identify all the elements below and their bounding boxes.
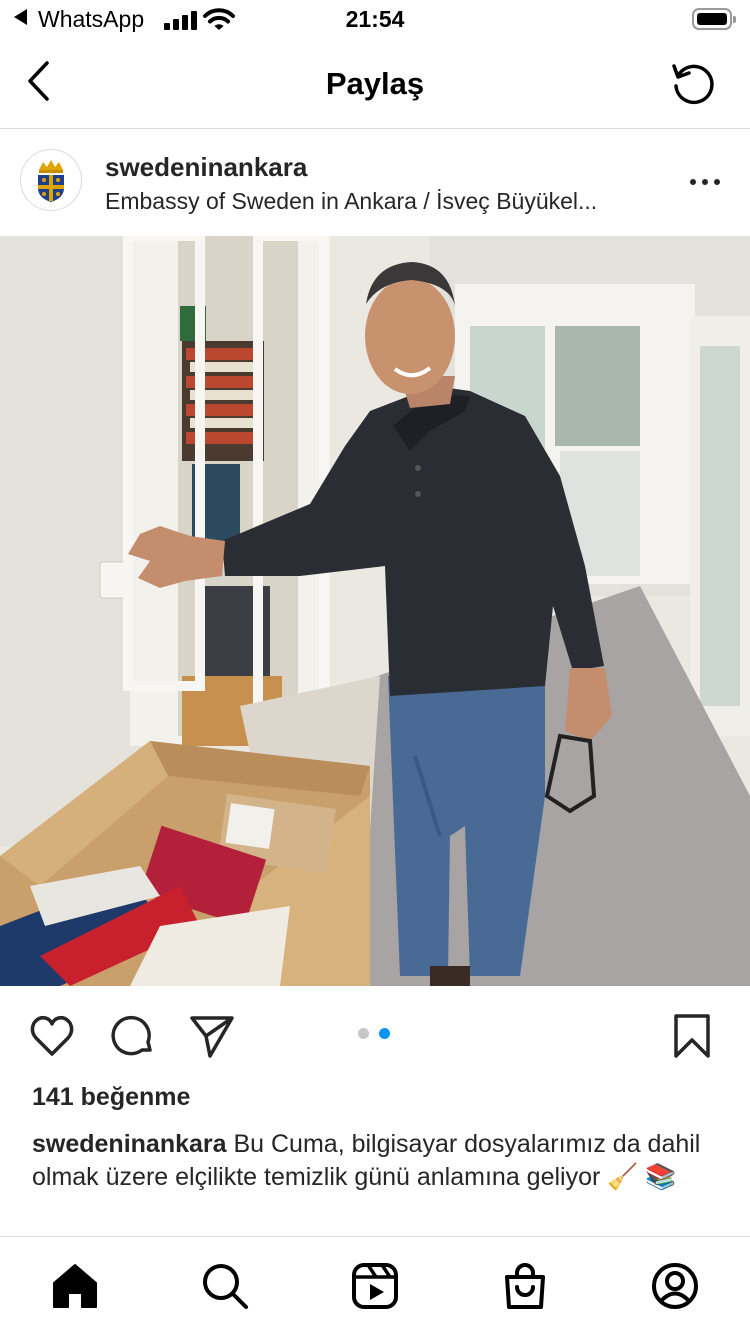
refresh-icon[interactable]: [668, 58, 720, 110]
post-caption: swedeninankara Bu Cuma, bilgisayar dosya…: [32, 1128, 722, 1194]
heart-icon[interactable]: [28, 1012, 76, 1060]
clock: 21:54: [345, 6, 405, 32]
profile-icon[interactable]: [650, 1261, 700, 1311]
post-subtitle[interactable]: Embassy of Sweden in Ankara / İsveç Büyü…: [105, 188, 597, 215]
post-header: swedeninankara Embassy of Sweden in Anka…: [0, 129, 750, 235]
carousel-dot-active: [379, 1028, 390, 1039]
more-options-icon[interactable]: [690, 179, 722, 189]
reels-icon[interactable]: [350, 1261, 400, 1311]
carousel-dot: [358, 1028, 369, 1039]
shop-icon[interactable]: [500, 1261, 550, 1311]
nav-header: Paylaş: [0, 40, 750, 129]
post-photo[interactable]: [0, 236, 750, 986]
status-bar: WhatsApp 21:54: [0, 0, 750, 40]
carousel-indicator: [358, 1028, 394, 1040]
search-icon[interactable]: [200, 1261, 250, 1311]
likes-count[interactable]: 141 beğenme: [32, 1083, 190, 1112]
avatar[interactable]: [20, 149, 82, 211]
caption-username[interactable]: swedeninankara: [32, 1130, 227, 1158]
bookmark-icon[interactable]: [668, 1012, 716, 1060]
page-title: Paylaş: [325, 66, 425, 101]
sweden-coat-of-arms-icon: [38, 160, 64, 202]
post-username[interactable]: swedeninankara: [105, 152, 307, 183]
comment-icon[interactable]: [108, 1012, 156, 1060]
share-icon[interactable]: [188, 1012, 236, 1060]
post-actions: [0, 986, 750, 1081]
home-icon[interactable]: [50, 1261, 100, 1311]
tab-bar: [0, 1236, 750, 1335]
battery-icon: [692, 8, 736, 30]
